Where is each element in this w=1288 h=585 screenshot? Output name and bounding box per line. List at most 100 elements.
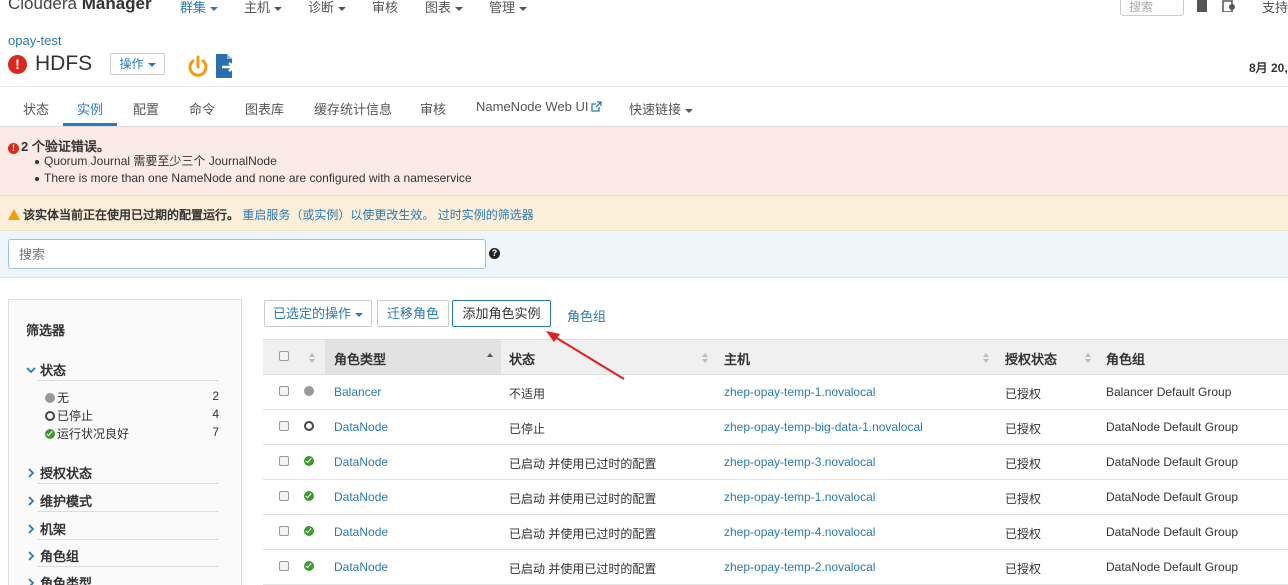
host-link[interactable]: zhep-opay-temp-2.novalocal — [724, 560, 875, 574]
restart-power-icon[interactable] — [186, 55, 210, 79]
role-type-link[interactable]: DataNode — [334, 525, 388, 539]
tab-status[interactable]: 状态 — [23, 99, 49, 118]
role-type-link[interactable]: DataNode — [334, 420, 388, 434]
role-groups-link[interactable]: 角色组 — [567, 306, 606, 325]
role-status: 已启动 并使用已过时的配置 — [509, 562, 657, 576]
cluster-breadcrumb-link[interactable]: opay-test — [8, 33, 61, 48]
tab-commands[interactable]: 命令 — [189, 99, 215, 118]
filter-panel: 筛选器 状态 无2 已停止 4 运行状况良好 7 授权状态 维护模式 机架 角色组 … — [8, 299, 242, 585]
table-row[interactable]: DataNode 已启动 并使用已过时的配置 zhep-opay-temp-1.… — [263, 480, 1288, 515]
restart-service-link[interactable]: 重启服务（或实例）以使更改生效。 — [242, 208, 434, 222]
row-checkbox[interactable] — [279, 456, 289, 466]
host-link[interactable]: zhep-opay-temp-3.novalocal — [724, 455, 875, 469]
running-commands-icon[interactable] — [1222, 0, 1236, 12]
role-status: 已启动 并使用已过时的配置 — [509, 492, 657, 506]
row-checkbox[interactable] — [279, 561, 289, 571]
tab-configuration[interactable]: 配置 — [133, 99, 159, 118]
add-role-instances-button[interactable]: 添加角色实例 — [452, 300, 551, 327]
parcel-icon[interactable] — [1195, 0, 1209, 12]
divider — [37, 566, 219, 567]
nav-diagnostics[interactable]: 诊断 — [308, 0, 347, 16]
stale-instances-filter-link[interactable]: 过时实例的筛选器 — [438, 208, 534, 222]
nav-support[interactable]: 支持 — [1262, 0, 1288, 16]
row-checkbox[interactable] — [279, 526, 289, 536]
instance-search-input[interactable] — [8, 239, 486, 269]
role-type-link[interactable]: DataNode — [334, 560, 388, 574]
col-header-status[interactable]: 状态 — [509, 349, 535, 368]
col-header-role-group[interactable]: 角色组 — [1106, 349, 1145, 368]
actions-dropdown-button[interactable]: 操作 — [110, 53, 165, 75]
good-health-icon — [45, 429, 55, 439]
role-type-link[interactable]: DataNode — [334, 455, 388, 469]
validation-error-list: Quorum Journal 需要至少三个 JournalNode There … — [35, 153, 472, 187]
commission-state: 已授权 — [1005, 457, 1042, 471]
tab-charts-library[interactable]: 图表库 — [245, 99, 284, 118]
nav-clusters[interactable]: 群集 — [180, 0, 219, 16]
nav-administration[interactable]: 管理 — [489, 0, 528, 16]
table-row[interactable]: DataNode 已停止 zhep-opay-temp-big-data-1.n… — [263, 410, 1288, 445]
tab-cache-statistics[interactable]: 缓存统计信息 — [314, 99, 392, 118]
col-header-role-type[interactable]: 角色类型 — [334, 349, 386, 368]
stopped-icon — [45, 411, 55, 421]
table-row[interactable]: Balancer 不适用 zhep-opay-temp-1.novalocal … — [263, 375, 1288, 410]
table-row[interactable]: DataNode 已启动 并使用已过时的配置 zhep-opay-temp-3.… — [263, 445, 1288, 480]
top-search-input[interactable]: 搜索 — [1120, 0, 1184, 16]
role-type-link[interactable]: DataNode — [334, 490, 388, 504]
divider — [37, 380, 219, 381]
sort-ascending-icon[interactable] — [487, 353, 493, 363]
col-header-host[interactable]: 主机 — [724, 349, 750, 368]
role-status: 已启动 并使用已过时的配置 — [509, 527, 657, 541]
tab-audits[interactable]: 审核 — [420, 99, 446, 118]
tab-instances[interactable]: 实例 — [77, 99, 103, 118]
host-link[interactable]: zhep-opay-temp-1.novalocal — [724, 385, 875, 399]
sort-icon[interactable] — [983, 353, 989, 363]
role-type-link[interactable]: Balancer — [334, 385, 381, 399]
host-link[interactable]: zhep-opay-temp-4.novalocal — [724, 525, 875, 539]
filter-section-commission-state[interactable]: 授权状态 — [26, 463, 92, 482]
nav-hosts[interactable]: 主机 — [244, 0, 283, 16]
warning-icon — [8, 209, 20, 220]
date-range-label[interactable]: 8月 20, — [1249, 59, 1288, 76]
sort-icon[interactable] — [1085, 353, 1091, 363]
tab-quick-links[interactable]: 快速链接 — [629, 99, 694, 118]
table-row[interactable]: DataNode 已启动 并使用已过时的配置 zhep-opay-temp-2.… — [263, 550, 1288, 585]
sort-icon[interactable] — [702, 353, 708, 363]
selected-actions-button[interactable]: 已选定的操作 — [264, 300, 372, 327]
filter-section-role-group[interactable]: 角色组 — [26, 546, 79, 565]
chevron-right-icon — [28, 524, 35, 534]
filter-section-rack[interactable]: 机架 — [26, 519, 66, 538]
filter-status-good-health[interactable]: 运行状况良好 7 — [45, 425, 219, 441]
filter-status-none[interactable]: 无2 — [45, 389, 219, 405]
role-group: DataNode Default Group — [1106, 560, 1239, 574]
chevron-right-icon — [28, 578, 35, 585]
host-link[interactable]: zhep-opay-temp-1.novalocal — [724, 490, 875, 504]
nav-audits[interactable]: 审核 — [372, 0, 398, 16]
role-group: Balancer Default Group — [1106, 385, 1232, 399]
col-header-commission-state[interactable]: 授权状态 — [1005, 349, 1057, 368]
migrate-roles-button[interactable]: 迁移角色 — [377, 300, 449, 327]
table-row[interactable]: DataNode 已启动 并使用已过时的配置 zhep-opay-temp-4.… — [263, 515, 1288, 550]
service-tabs: 状态 实例 配置 命令 图表库 缓存统计信息 审核 NameNode Web U… — [0, 86, 1288, 127]
filter-status-stopped[interactable]: 已停止 4 — [45, 407, 219, 423]
validation-error-item: Quorum Journal 需要至少三个 JournalNode — [35, 153, 472, 170]
validation-error-alert: ! 2 个验证错误。 Quorum Journal 需要至少三个 JournalN… — [0, 127, 1288, 196]
row-checkbox[interactable] — [279, 491, 289, 501]
stale-config-alert: 该实体当前正在使用已过期的配置运行。 重启服务（或实例）以使更改生效。 过时实例… — [0, 196, 1288, 231]
row-checkbox[interactable] — [279, 386, 289, 396]
host-link[interactable]: zhep-opay-temp-big-data-1.novalocal — [724, 420, 923, 434]
select-all-checkbox[interactable] — [279, 351, 289, 361]
filter-section-maintenance-mode[interactable]: 维护模式 — [26, 491, 92, 510]
search-help-icon[interactable]: ? — [489, 248, 500, 259]
annotation-arrow-icon — [546, 331, 625, 380]
error-status-icon: ! — [8, 55, 27, 74]
nav-charts[interactable]: 图表 — [425, 0, 464, 16]
tab-namenode-web-ui[interactable]: NameNode Web UI — [476, 99, 603, 114]
row-checkbox[interactable] — [279, 421, 289, 431]
page-title: HDFS — [35, 52, 93, 75]
deploy-client-config-icon[interactable] — [211, 52, 239, 80]
error-icon: ! — [8, 143, 19, 154]
sort-icon[interactable] — [309, 353, 315, 363]
filter-section-status[interactable]: 状态 — [26, 360, 66, 379]
brand-logo[interactable]: Cloudera Manager — [8, 0, 152, 14]
filter-section-role-type[interactable]: 角色类型 — [26, 573, 92, 585]
